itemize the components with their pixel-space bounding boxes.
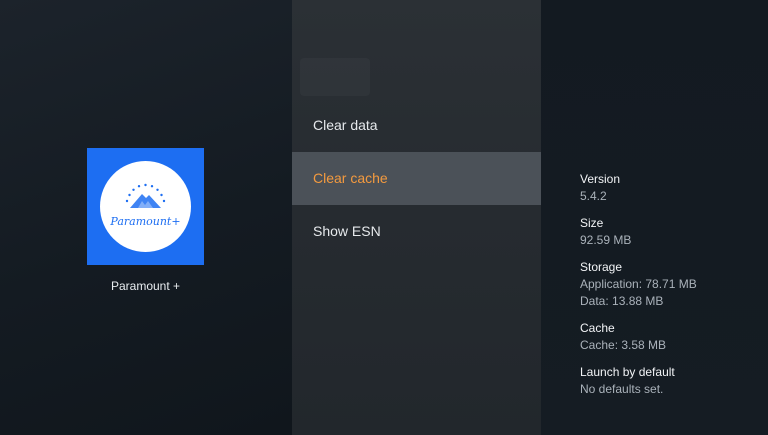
cache-info: Cache Cache: 3.58 MB <box>580 320 666 354</box>
cache-title: Cache <box>580 321 615 335</box>
version-value: 5.4.2 <box>580 189 607 203</box>
app-name-label: Paramount + <box>110 279 181 293</box>
app-icon-tile: Paramount+ <box>87 148 204 265</box>
clear-data-button[interactable]: Clear data <box>292 99 541 152</box>
size-title: Size <box>580 216 604 230</box>
launch-default-value: No defaults set. <box>580 382 664 396</box>
storage-application-value: Application: 78.71 MB <box>580 277 697 291</box>
launch-default-title: Launch by default <box>580 365 675 379</box>
paramount-logo-icon: Paramount+ <box>100 161 191 252</box>
storage-data-value: Data: 13.88 MB <box>580 294 664 308</box>
version-title: Version <box>580 172 621 186</box>
app-identity-panel: Paramount+ Paramount + <box>0 0 292 435</box>
logo-wordmark: Paramount+ <box>110 215 181 228</box>
clear-cache-button[interactable]: Clear cache <box>292 152 541 205</box>
action-menu: Clear data Clear cache Show ESN <box>292 0 541 435</box>
size-info: Size 92.59 MB <box>580 215 631 249</box>
cache-value: Cache: 3.58 MB <box>580 338 667 352</box>
app-settings-screen: Paramount+ Paramount + Clear data Clear … <box>0 0 768 435</box>
launch-default-info: Launch by default No defaults set. <box>580 364 675 398</box>
app-info-panel: Version 5.4.2 Size 92.59 MB Storage Appl… <box>541 0 768 435</box>
storage-title: Storage <box>580 260 623 274</box>
menu-fade-highlight <box>300 58 370 96</box>
size-value: 92.59 MB <box>580 233 632 247</box>
show-esn-button[interactable]: Show ESN <box>292 205 541 258</box>
version-info: Version 5.4.2 <box>580 171 620 205</box>
storage-info: Storage Application: 78.71 MB Data: 13.8… <box>580 259 697 310</box>
paramount-mountain-icon <box>125 183 166 208</box>
